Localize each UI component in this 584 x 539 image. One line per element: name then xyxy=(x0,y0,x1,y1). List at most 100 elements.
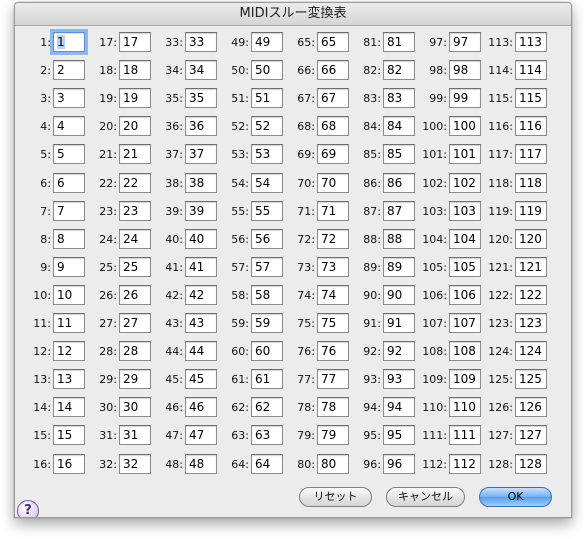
channel-map-field[interactable]: 33 xyxy=(185,32,217,52)
channel-map-field[interactable]: 12 xyxy=(53,341,85,361)
channel-map-field[interactable]: 16 xyxy=(53,454,85,474)
channel-map-field[interactable]: 29 xyxy=(119,369,151,389)
channel-map-field[interactable]: 23 xyxy=(119,201,151,221)
channel-map-field[interactable]: 75 xyxy=(317,313,349,333)
channel-map-field[interactable]: 26 xyxy=(119,285,151,305)
channel-map-field[interactable]: 123 xyxy=(515,313,547,333)
channel-map-field[interactable]: 52 xyxy=(251,116,283,136)
channel-map-field[interactable]: 3 xyxy=(53,88,85,108)
channel-map-field[interactable]: 48 xyxy=(185,454,217,474)
channel-map-field[interactable]: 126 xyxy=(515,397,547,417)
channel-map-field[interactable]: 72 xyxy=(317,229,349,249)
channel-map-field[interactable]: 85 xyxy=(383,144,415,164)
channel-map-field[interactable]: 39 xyxy=(185,201,217,221)
channel-map-field[interactable]: 32 xyxy=(119,454,151,474)
channel-map-field[interactable]: 62 xyxy=(251,397,283,417)
channel-map-field[interactable]: 74 xyxy=(317,285,349,305)
channel-map-field[interactable]: 95 xyxy=(383,425,415,445)
channel-map-field[interactable]: 5 xyxy=(53,144,85,164)
channel-map-field[interactable]: 106 xyxy=(449,285,481,305)
channel-map-field[interactable]: 54 xyxy=(251,173,283,193)
channel-map-field[interactable]: 91 xyxy=(383,313,415,333)
channel-map-field[interactable]: 80 xyxy=(317,454,349,474)
channel-map-field[interactable]: 81 xyxy=(383,32,415,52)
channel-map-field[interactable]: 116 xyxy=(515,116,547,136)
channel-map-field[interactable]: 121 xyxy=(515,257,547,277)
channel-map-field[interactable]: 96 xyxy=(383,454,415,474)
channel-map-field[interactable]: 1 xyxy=(53,32,85,52)
channel-map-field[interactable]: 98 xyxy=(449,60,481,80)
channel-map-field[interactable]: 17 xyxy=(119,32,151,52)
channel-map-field[interactable]: 89 xyxy=(383,257,415,277)
channel-map-field[interactable]: 109 xyxy=(449,369,481,389)
channel-map-field[interactable]: 110 xyxy=(449,397,481,417)
channel-map-field[interactable]: 8 xyxy=(53,229,85,249)
channel-map-field[interactable]: 37 xyxy=(185,144,217,164)
channel-map-field[interactable]: 120 xyxy=(515,229,547,249)
channel-map-field[interactable]: 92 xyxy=(383,341,415,361)
channel-map-field[interactable]: 88 xyxy=(383,229,415,249)
channel-map-field[interactable]: 99 xyxy=(449,88,481,108)
channel-map-field[interactable]: 45 xyxy=(185,369,217,389)
channel-map-field[interactable]: 64 xyxy=(251,454,283,474)
channel-map-field[interactable]: 122 xyxy=(515,285,547,305)
channel-map-field[interactable]: 83 xyxy=(383,88,415,108)
channel-map-field[interactable]: 76 xyxy=(317,341,349,361)
channel-map-field[interactable]: 36 xyxy=(185,116,217,136)
channel-map-field[interactable]: 59 xyxy=(251,313,283,333)
channel-map-field[interactable]: 25 xyxy=(119,257,151,277)
channel-map-field[interactable]: 112 xyxy=(449,454,481,474)
channel-map-field[interactable]: 55 xyxy=(251,201,283,221)
channel-map-field[interactable]: 11 xyxy=(53,313,85,333)
channel-map-field[interactable]: 79 xyxy=(317,425,349,445)
channel-map-field[interactable]: 90 xyxy=(383,285,415,305)
channel-map-field[interactable]: 56 xyxy=(251,229,283,249)
channel-map-field[interactable]: 69 xyxy=(317,144,349,164)
channel-map-field[interactable]: 27 xyxy=(119,313,151,333)
channel-map-field[interactable]: 57 xyxy=(251,257,283,277)
channel-map-field[interactable]: 44 xyxy=(185,341,217,361)
channel-map-field[interactable]: 108 xyxy=(449,341,481,361)
channel-map-field[interactable]: 13 xyxy=(53,369,85,389)
channel-map-field[interactable]: 118 xyxy=(515,173,547,193)
channel-map-field[interactable]: 24 xyxy=(119,229,151,249)
channel-map-field[interactable]: 7 xyxy=(53,201,85,221)
channel-map-field[interactable]: 68 xyxy=(317,116,349,136)
channel-map-field[interactable]: 4 xyxy=(53,116,85,136)
channel-map-field[interactable]: 104 xyxy=(449,229,481,249)
channel-map-field[interactable]: 28 xyxy=(119,341,151,361)
channel-map-field[interactable]: 97 xyxy=(449,32,481,52)
channel-map-field[interactable]: 20 xyxy=(119,116,151,136)
channel-map-field[interactable]: 77 xyxy=(317,369,349,389)
channel-map-field[interactable]: 41 xyxy=(185,257,217,277)
channel-map-field[interactable]: 6 xyxy=(53,173,85,193)
channel-map-field[interactable]: 115 xyxy=(515,88,547,108)
channel-map-field[interactable]: 18 xyxy=(119,60,151,80)
channel-map-field[interactable]: 31 xyxy=(119,425,151,445)
channel-map-field[interactable]: 102 xyxy=(449,173,481,193)
channel-map-field[interactable]: 100 xyxy=(449,116,481,136)
channel-map-field[interactable]: 86 xyxy=(383,173,415,193)
channel-map-field[interactable]: 35 xyxy=(185,88,217,108)
channel-map-field[interactable]: 47 xyxy=(185,425,217,445)
channel-map-field[interactable]: 111 xyxy=(449,425,481,445)
channel-map-field[interactable]: 10 xyxy=(53,285,85,305)
channel-map-field[interactable]: 82 xyxy=(383,60,415,80)
channel-map-field[interactable]: 103 xyxy=(449,201,481,221)
channel-map-field[interactable]: 2 xyxy=(53,60,85,80)
channel-map-field[interactable]: 94 xyxy=(383,397,415,417)
channel-map-field[interactable]: 61 xyxy=(251,369,283,389)
channel-map-field[interactable]: 119 xyxy=(515,201,547,221)
cancel-button[interactable]: キャンセル xyxy=(386,487,465,507)
channel-map-field[interactable]: 40 xyxy=(185,229,217,249)
channel-map-field[interactable]: 93 xyxy=(383,369,415,389)
channel-map-field[interactable]: 60 xyxy=(251,341,283,361)
channel-map-field[interactable]: 66 xyxy=(317,60,349,80)
channel-map-field[interactable]: 49 xyxy=(251,32,283,52)
channel-map-field[interactable]: 38 xyxy=(185,173,217,193)
channel-map-field[interactable]: 14 xyxy=(53,397,85,417)
channel-map-field[interactable]: 58 xyxy=(251,285,283,305)
ok-button[interactable]: OK xyxy=(479,487,552,507)
channel-map-field[interactable]: 73 xyxy=(317,257,349,277)
channel-map-field[interactable]: 107 xyxy=(449,313,481,333)
